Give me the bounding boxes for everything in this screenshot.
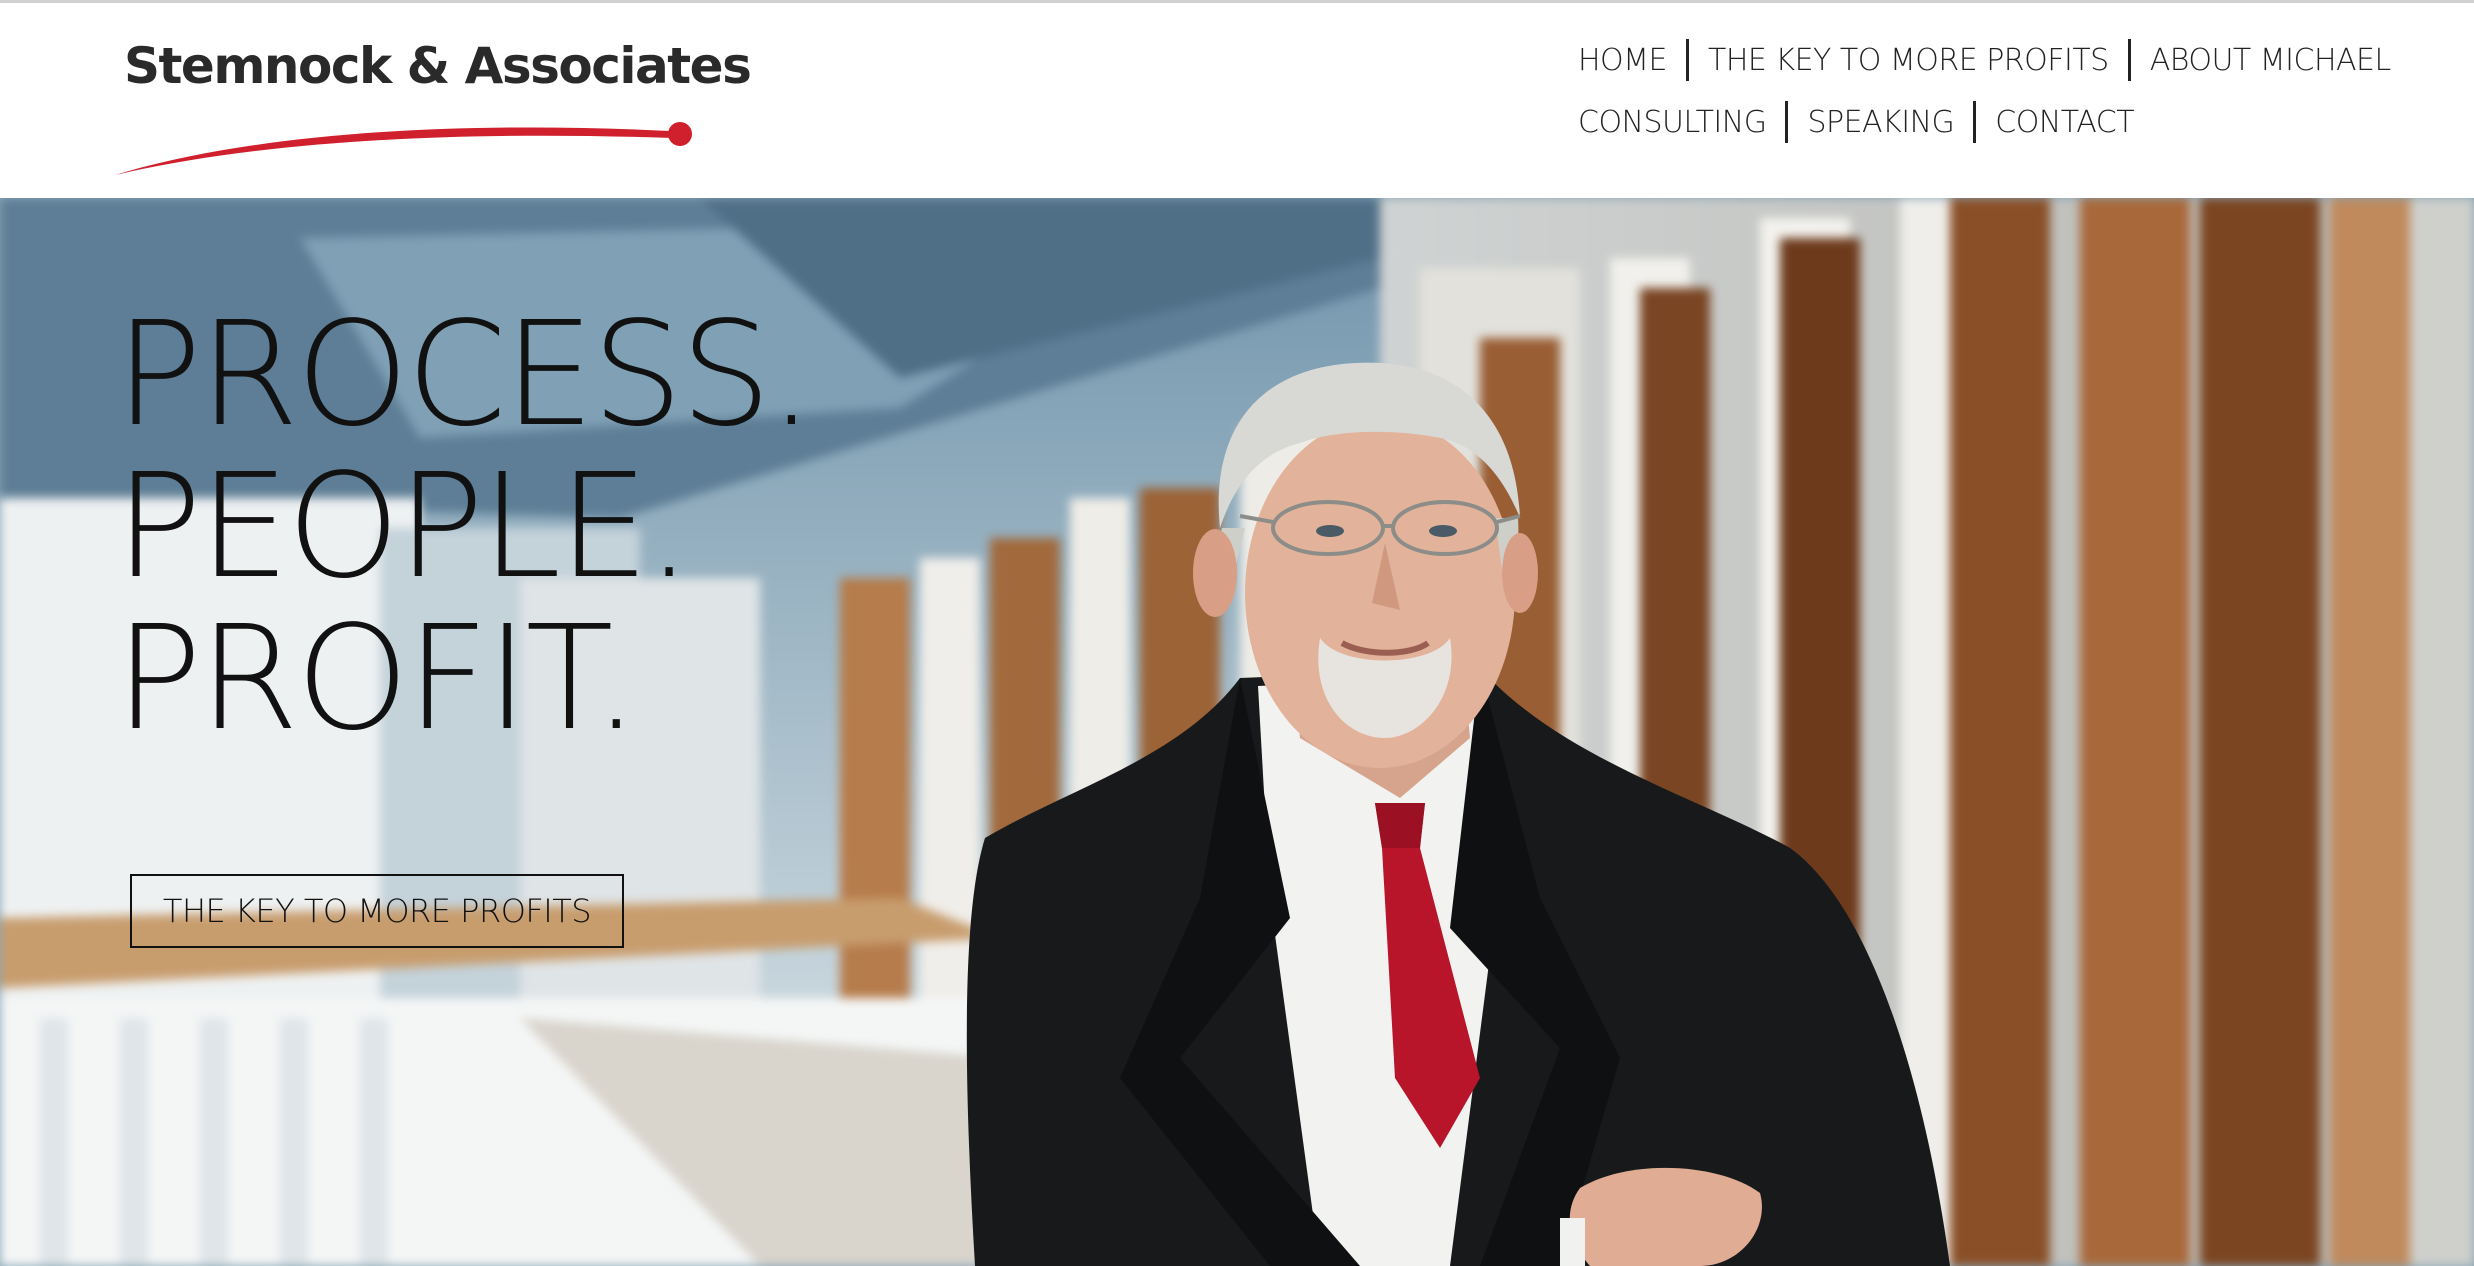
nav-row-2: CONSULTING SPEAKING CONTACT xyxy=(1578,99,2458,145)
headline-line-process: PROCESS. xyxy=(115,290,814,458)
nav-item-consulting[interactable]: CONSULTING xyxy=(1578,105,1767,140)
headline-line-people: PEOPLE. xyxy=(115,442,692,610)
nav-item-key-to-more-profits[interactable]: THE KEY TO MORE PROFITS xyxy=(1708,43,2109,78)
nav-divider xyxy=(2127,39,2131,81)
cta-key-to-more-profits-button[interactable]: THE KEY TO MORE PROFITS xyxy=(130,874,624,948)
nav-item-about-michael[interactable]: ABOUT MICHAEL xyxy=(2150,43,2392,78)
logo-wordmark: Stemnock & Associates xyxy=(124,37,752,95)
nav-item-contact[interactable]: CONTACT xyxy=(1995,105,2134,140)
site-header: Stemnock & Associates HOME THE KEY TO MO… xyxy=(0,3,2474,198)
nav-item-speaking[interactable]: SPEAKING xyxy=(1807,105,1954,140)
main-nav: HOME THE KEY TO MORE PROFITS ABOUT MICHA… xyxy=(1578,37,2458,145)
nav-item-home[interactable]: HOME xyxy=(1578,43,1668,78)
nav-divider xyxy=(1686,39,1690,81)
hero-banner: PROCESS. PEOPLE. PROFIT. THE KEY TO MORE… xyxy=(0,198,2474,1266)
logo-swoosh-icon xyxy=(115,122,692,175)
nav-row-1: HOME THE KEY TO MORE PROFITS ABOUT MICHA… xyxy=(1578,37,2458,83)
hero-headline: PROCESS. PEOPLE. PROFIT. xyxy=(115,290,814,762)
nav-divider xyxy=(1973,101,1977,143)
headline-line-profit: PROFIT. xyxy=(115,594,639,762)
nav-divider xyxy=(1785,101,1789,143)
site-logo[interactable]: Stemnock & Associates xyxy=(110,31,752,181)
